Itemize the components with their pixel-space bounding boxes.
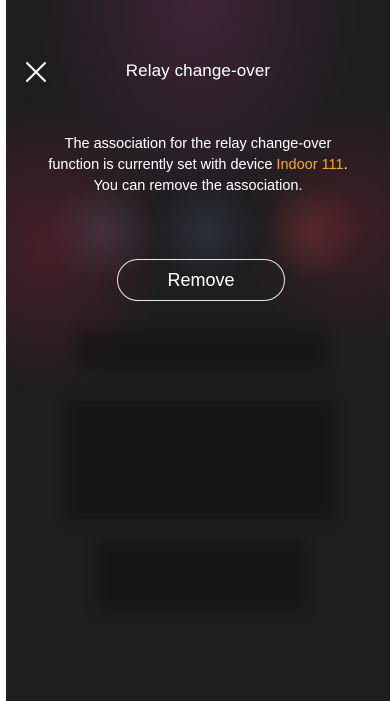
message-line-1: The association for the relay change-ove… bbox=[64, 136, 332, 152]
header: Relay change-over bbox=[6, 52, 390, 92]
blurred-background-shape bbox=[76, 330, 326, 370]
remove-button[interactable]: Remove bbox=[117, 259, 285, 301]
message-line-2-suffix: . bbox=[343, 157, 348, 173]
message-line-3: You can remove the association. bbox=[93, 178, 303, 194]
blurred-background-shape bbox=[66, 400, 336, 520]
association-message: The association for the relay change-ove… bbox=[6, 134, 390, 197]
screen: Relay change-over The association for th… bbox=[6, 0, 390, 701]
message-line-2: function is currently set with device In… bbox=[6, 155, 390, 176]
blurred-background-shape bbox=[96, 540, 306, 610]
device-name: Indoor 111 bbox=[276, 157, 344, 173]
message-line-2-prefix: function is currently set with device bbox=[48, 157, 277, 173]
page-title: Relay change-over bbox=[125, 61, 271, 80]
